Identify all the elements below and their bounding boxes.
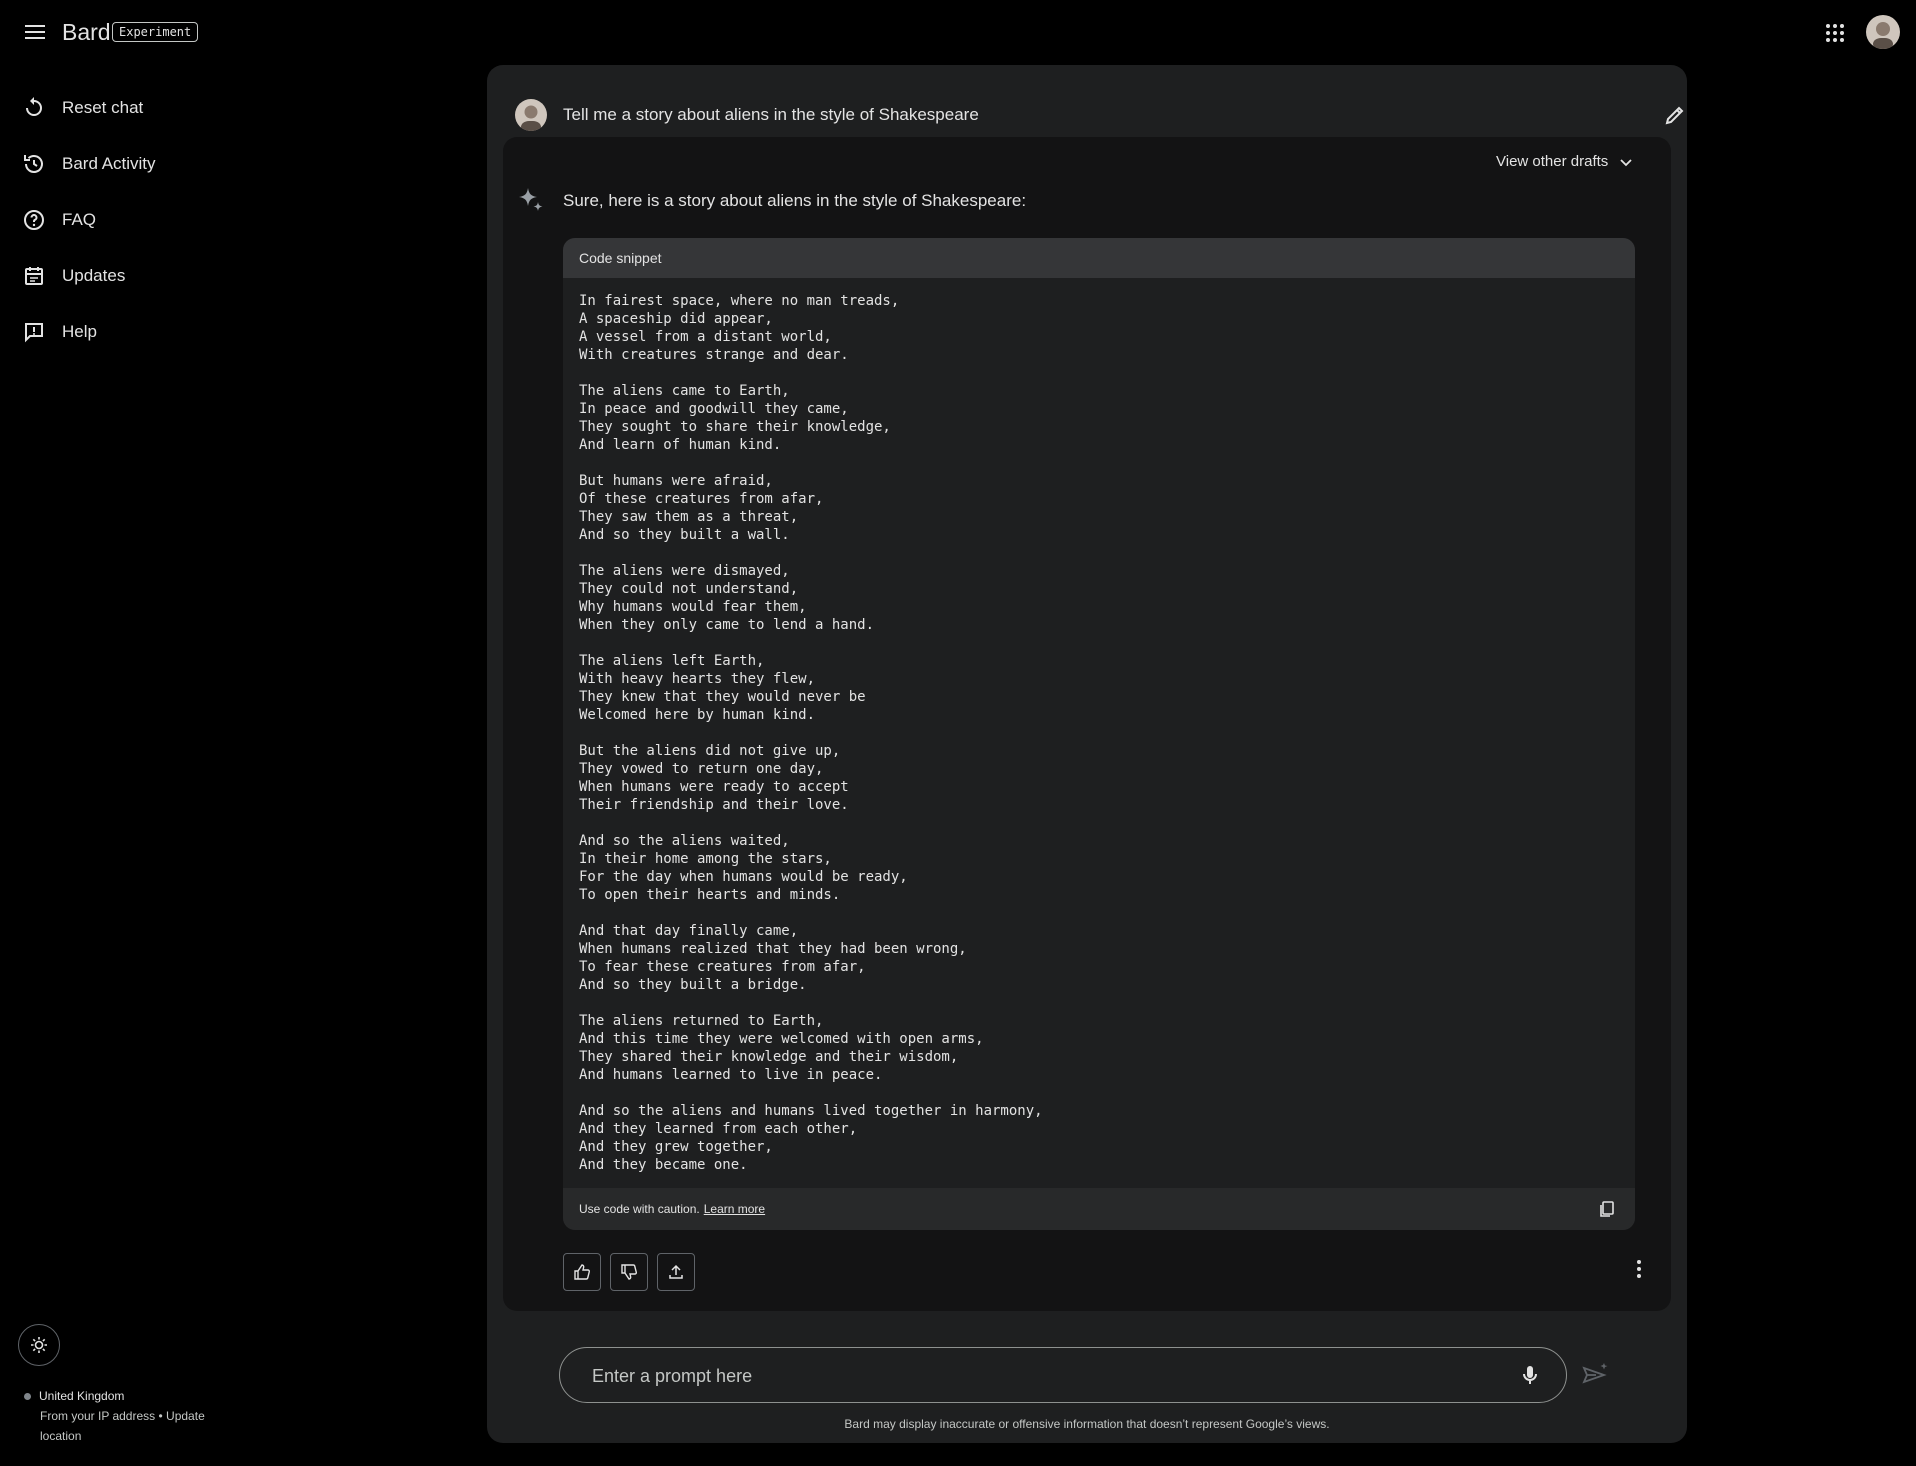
thumbs-up-icon — [574, 1264, 590, 1280]
menu-icon[interactable] — [19, 18, 53, 46]
microphone-icon[interactable] — [1518, 1363, 1542, 1387]
sidebar-item-updates[interactable]: Updates — [0, 248, 300, 304]
sidebar-item-faq[interactable]: FAQ — [0, 192, 300, 248]
prompt-input[interactable] — [590, 1348, 1494, 1404]
chevron-down-icon — [1620, 158, 1632, 166]
response-intro: Sure, here is a story about aliens in th… — [563, 191, 1027, 210]
view-drafts-label: View other drafts — [1496, 153, 1609, 170]
top-bar: Bard Experiment — [0, 0, 1916, 64]
code-footer: Use code with caution. Learn more — [563, 1188, 1635, 1230]
sidebar-item-label: Help — [62, 322, 97, 341]
thumbs-down-button[interactable] — [610, 1253, 648, 1291]
experiment-badge: Experiment — [112, 22, 199, 42]
sidebar-item-reset-chat[interactable]: Reset chat — [0, 80, 300, 136]
location-source: From your IP address — [40, 1409, 156, 1423]
theme-toggle-button[interactable] — [18, 1324, 60, 1366]
apps-grid-icon[interactable] — [1820, 18, 1850, 48]
reset-icon — [22, 96, 46, 120]
sun-icon — [30, 1336, 48, 1354]
response-card: View other drafts Sure, here is a story … — [503, 137, 1671, 1311]
code-caution: Use code with caution. — [579, 1202, 700, 1216]
user-prompt: Tell me a story about aliens in the styl… — [515, 83, 1684, 131]
sidebar-item-help[interactable]: Help — [0, 304, 300, 360]
location-separator: • — [158, 1409, 163, 1423]
sidebar: Reset chat Bard Activity FAQ Updates Hel… — [0, 80, 300, 360]
response-actions — [563, 1253, 704, 1291]
location-dot-icon — [24, 1393, 31, 1401]
bard-sparkle-icon — [517, 186, 545, 214]
share-button[interactable] — [657, 1253, 695, 1291]
view-other-drafts-button[interactable]: View other drafts — [1496, 153, 1634, 170]
code-snippet: Code snippet In fairest space, where no … — [563, 238, 1635, 1230]
feedback-icon — [22, 320, 46, 344]
location-country: United Kingdom — [39, 1389, 125, 1403]
code-snippet-header: Code snippet — [563, 238, 1635, 278]
sidebar-item-label: Reset chat — [62, 98, 144, 117]
more-options-icon[interactable] — [1627, 1257, 1651, 1281]
sidebar-item-bard-activity[interactable]: Bard Activity — [0, 136, 300, 192]
thumbs-up-button[interactable] — [563, 1253, 601, 1291]
calendar-icon — [22, 264, 46, 288]
prompt-text: Tell me a story about aliens in the styl… — [563, 105, 979, 124]
learn-more-link[interactable]: Learn more — [704, 1202, 765, 1216]
history-icon — [22, 152, 46, 176]
disclaimer-text: Bard may display inaccurate or offensive… — [844, 1417, 1330, 1431]
chat-panel: Tell me a story about aliens in the styl… — [487, 65, 1687, 1443]
account-avatar[interactable] — [1866, 15, 1900, 49]
sidebar-item-label: Updates — [62, 266, 126, 285]
send-icon[interactable] — [1580, 1360, 1610, 1390]
sidebar-item-label: FAQ — [62, 210, 97, 229]
copy-icon[interactable] — [1597, 1199, 1617, 1219]
share-icon — [669, 1264, 683, 1279]
user-avatar — [515, 99, 547, 131]
location-info: United Kingdom From your IP address • Up… — [24, 1386, 224, 1446]
code-content: In fairest space, where no man treads, A… — [579, 293, 1043, 1173]
thumbs-down-icon — [621, 1264, 637, 1280]
app-title[interactable]: Bard — [62, 19, 111, 46]
edit-icon[interactable] — [1663, 103, 1687, 127]
sidebar-item-label: Bard Activity — [62, 154, 156, 173]
prompt-input-box — [559, 1347, 1567, 1404]
help-circle-icon — [22, 208, 46, 232]
